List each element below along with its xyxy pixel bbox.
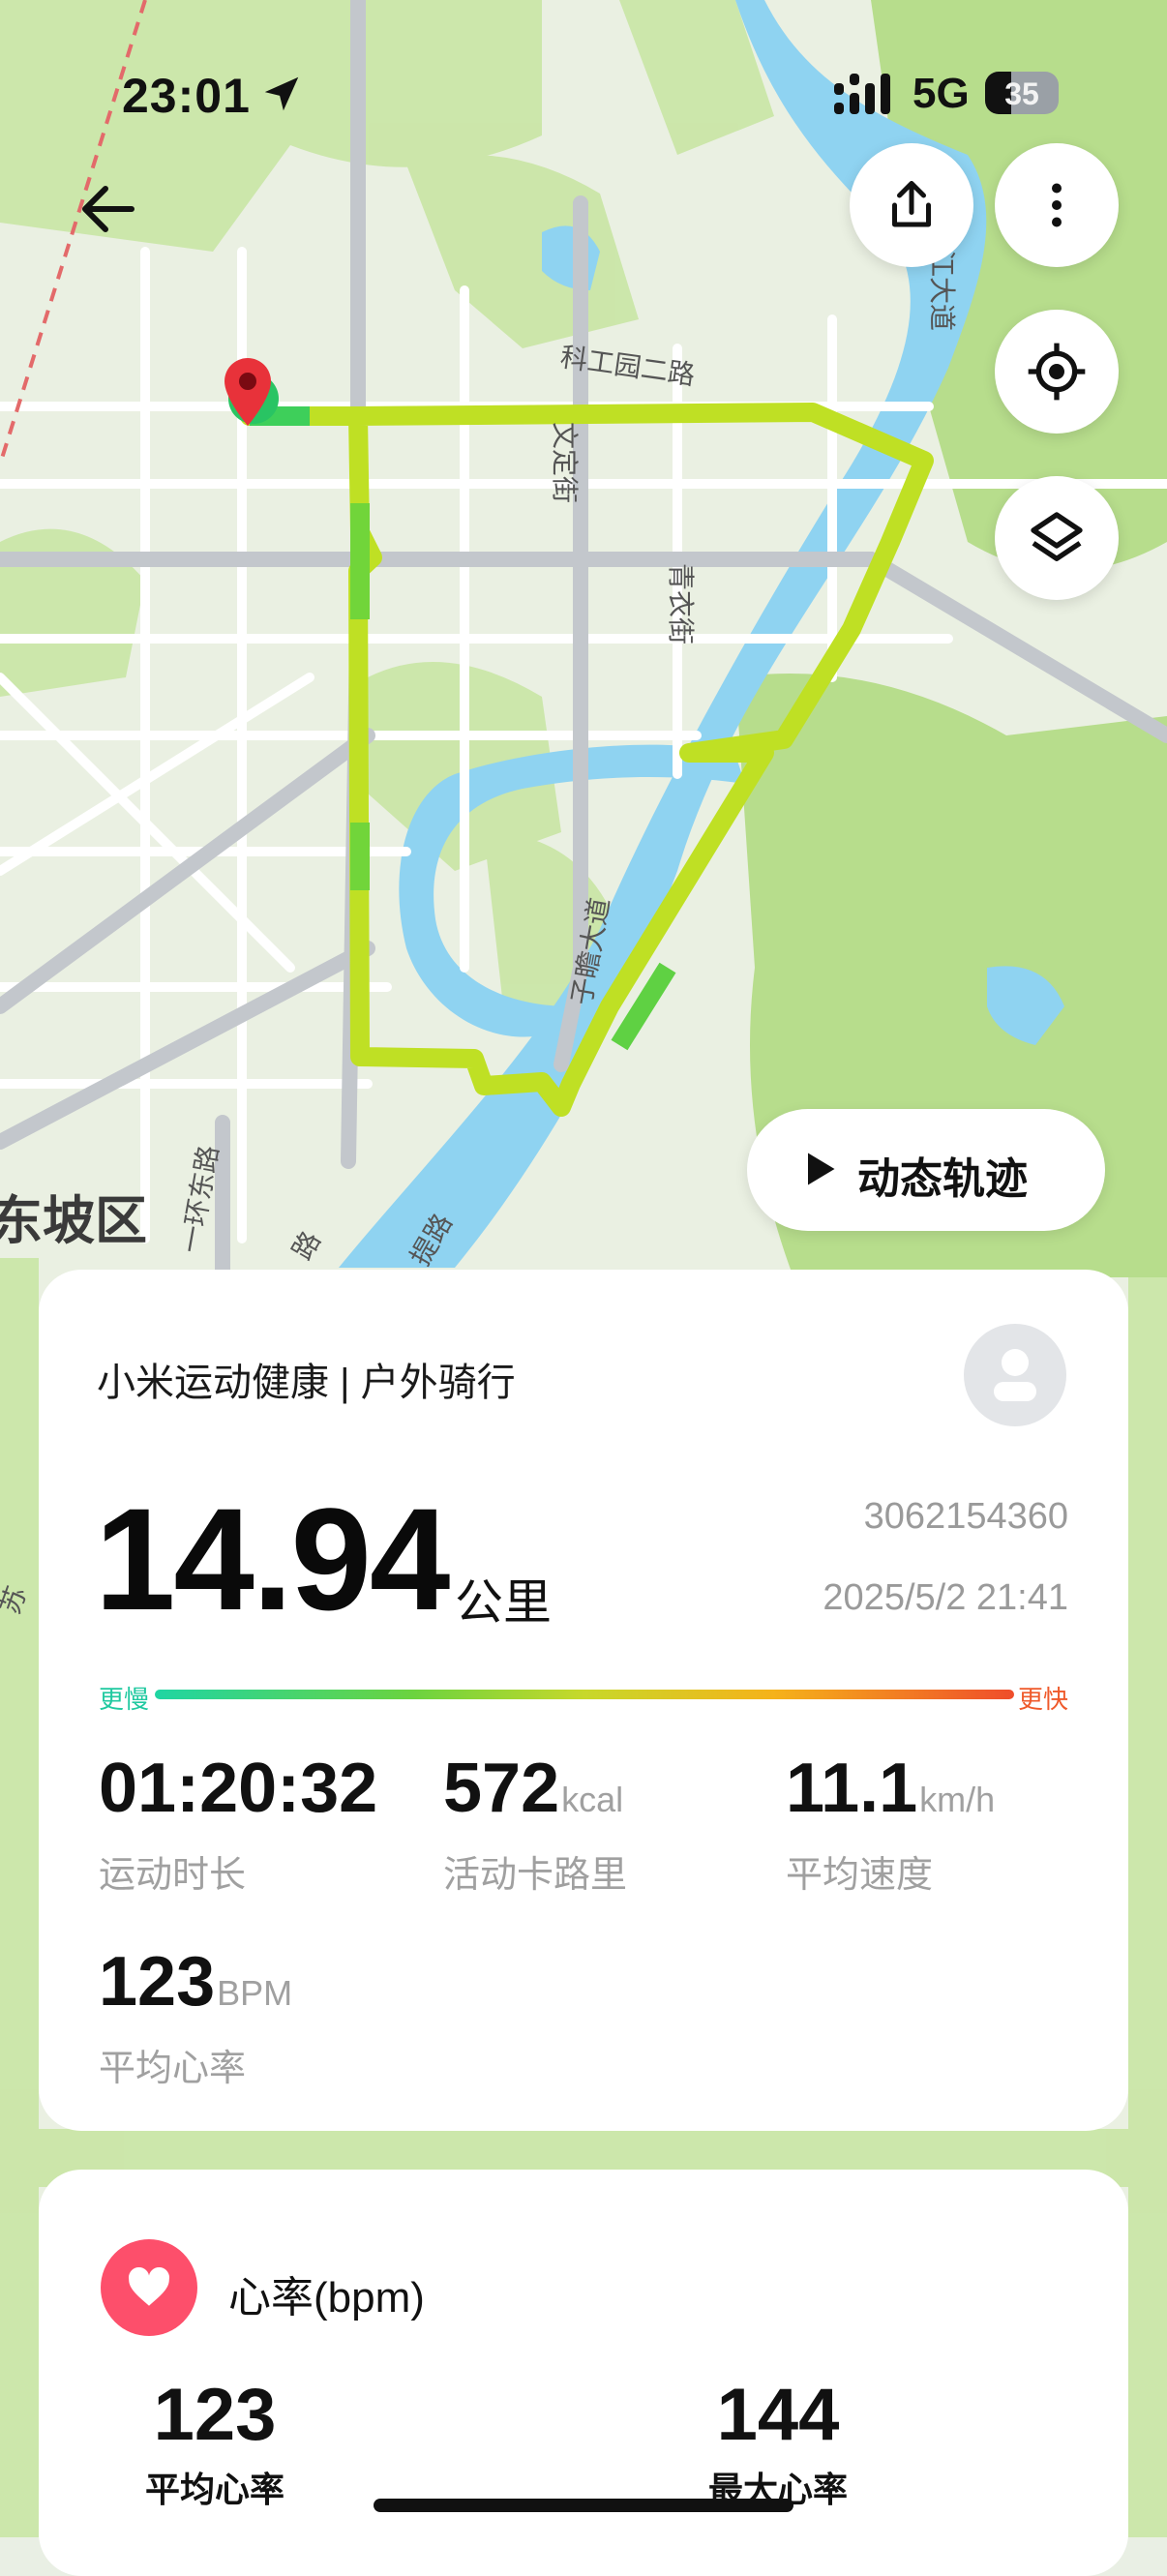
layers-icon <box>1031 512 1083 561</box>
battery-level: 35 <box>1004 76 1039 111</box>
map-label-road: 文定街 <box>550 422 580 503</box>
dynamic-track-button[interactable]: 动态轨迹 <box>747 1109 1105 1231</box>
stat-label: 平均速度 <box>786 1855 934 1896</box>
heart-rate-card[interactable]: 心率(bpm) 123 平均心率 144 最大心率 <box>39 2170 1128 2576</box>
app-label: 小米运动健康 | 户外骑行 <box>97 1362 516 1404</box>
pace-gradient-bar <box>155 1690 1014 1699</box>
max-heart-rate: 144 最大心率 <box>652 2379 904 2512</box>
map-label-district: 东坡区 <box>0 1192 147 1250</box>
layers-button[interactable] <box>995 476 1119 600</box>
record-id: 3062154360 <box>863 1496 1068 1537</box>
status-time: 23:01 <box>122 69 251 123</box>
map-label-road: 青衣街 <box>666 563 696 644</box>
stat-calories: 572kcal 活动卡路里 <box>443 1753 627 1898</box>
location-arrow-icon <box>264 76 299 111</box>
share-icon <box>892 181 931 227</box>
stat-avg-heart-rate: 123BPM 平均心率 <box>99 1947 292 2091</box>
user-icon <box>994 1349 1036 1401</box>
distance-value: 14.94 <box>95 1478 450 1640</box>
stat-value: 123 <box>99 1943 216 2021</box>
avg-heart-rate-label: 平均心率 <box>144 2470 284 2509</box>
workout-summary-card: 小米运动健康 | 户外骑行 14.94 公里 3062154360 2025/5… <box>39 1270 1128 2131</box>
play-icon <box>808 1153 835 1185</box>
pace-faster-label: 更快 <box>1017 1685 1068 1714</box>
more-button[interactable] <box>995 143 1119 267</box>
home-indicator[interactable] <box>374 2499 793 2512</box>
pace-slower-label: 更慢 <box>99 1685 150 1714</box>
status-bar: 23:01 5G 35 <box>0 0 1167 184</box>
locate-button[interactable] <box>995 310 1119 434</box>
stat-label: 平均心率 <box>99 2049 247 2089</box>
avg-heart-rate-value: 123 <box>153 2374 277 2456</box>
distance-unit: 公里 <box>455 1575 552 1630</box>
back-arrow-icon[interactable] <box>74 174 143 244</box>
heart-rate-title: 心率(bpm) <box>228 2274 425 2321</box>
stat-unit: BPM <box>217 1973 293 2013</box>
stat-unit: kcal <box>561 1780 624 1819</box>
more-vertical-icon <box>1052 183 1062 227</box>
route-map[interactable]: 科工园二路 文定街 青衣街 滨江大道 子瞻大道 一环东路 提路 路 苏 东坡区 <box>0 0 1167 2537</box>
stat-value: 572 <box>443 1750 560 1827</box>
avatar[interactable] <box>964 1324 1066 1426</box>
stat-value: 11.1 <box>786 1750 918 1827</box>
share-button[interactable] <box>850 143 973 267</box>
stat-duration: 01:20:32 运动时长 <box>99 1753 379 1898</box>
stat-value: 01:20:32 <box>99 1750 378 1827</box>
locate-icon <box>1028 343 1086 401</box>
signal-icon <box>834 74 890 114</box>
stat-label: 运动时长 <box>99 1855 247 1896</box>
max-heart-rate-value: 144 <box>716 2374 840 2456</box>
stat-avg-speed: 11.1km/h 平均速度 <box>786 1753 995 1898</box>
stat-unit: km/h <box>919 1780 996 1819</box>
battery-icon: 35 <box>985 72 1059 114</box>
stat-label: 活动卡路里 <box>443 1855 628 1896</box>
heart-icon <box>101 2239 197 2336</box>
network-type: 5G <box>913 70 970 117</box>
avg-heart-rate: 123 平均心率 <box>89 2379 341 2512</box>
record-date: 2025/5/2 21:41 <box>823 1577 1068 1618</box>
dynamic-track-label: 动态轨迹 <box>857 1155 1028 1203</box>
